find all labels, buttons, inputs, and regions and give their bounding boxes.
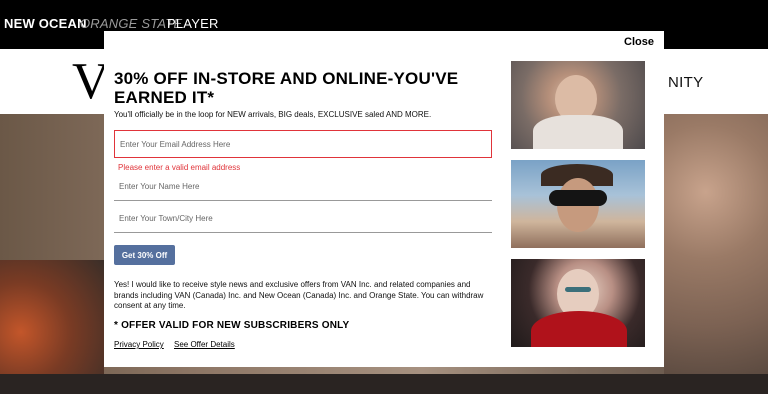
brand-link-player[interactable]: PLAYER bbox=[167, 16, 219, 31]
name-input[interactable] bbox=[114, 173, 492, 201]
signup-modal: Close 30% OFF IN-STORE AND ONLINE-YOU'VE… bbox=[104, 31, 664, 367]
brand-link-new-ocean[interactable]: NEW OCEAN bbox=[4, 16, 87, 31]
photo-knit-collar bbox=[533, 115, 623, 149]
photo-eyes bbox=[565, 287, 591, 292]
nav-item-partial[interactable]: NITY bbox=[668, 74, 703, 91]
privacy-policy-link[interactable]: Privacy Policy bbox=[114, 340, 164, 349]
email-error-message: Please enter a valid email address bbox=[118, 163, 241, 172]
photo-sunglasses bbox=[549, 190, 607, 206]
model-photo-red-fur bbox=[511, 259, 645, 347]
hero-image-left-figure bbox=[0, 260, 104, 380]
model-photo-sunglasses bbox=[511, 160, 645, 248]
photo-red-fur bbox=[531, 311, 627, 347]
town-city-input[interactable] bbox=[114, 205, 492, 233]
hero-bottom-strip bbox=[0, 374, 768, 394]
close-button[interactable]: Close bbox=[624, 36, 654, 48]
email-input[interactable] bbox=[114, 130, 492, 158]
model-photo-sweater bbox=[511, 61, 645, 149]
offer-note: * OFFER VALID FOR NEW SUBSCRIBERS ONLY bbox=[114, 320, 350, 331]
consent-text: Yes! I would like to receive style news … bbox=[114, 280, 484, 310]
offer-details-link[interactable]: See Offer Details bbox=[174, 340, 235, 349]
modal-subtitle: You'll officially be in the loop for NEW… bbox=[114, 110, 432, 119]
hero-image-right-figure bbox=[664, 114, 768, 374]
get-discount-button[interactable]: Get 30% Off bbox=[114, 245, 175, 265]
modal-title: 30% OFF IN-STORE AND ONLINE-YOU'VE EARNE… bbox=[114, 69, 459, 107]
